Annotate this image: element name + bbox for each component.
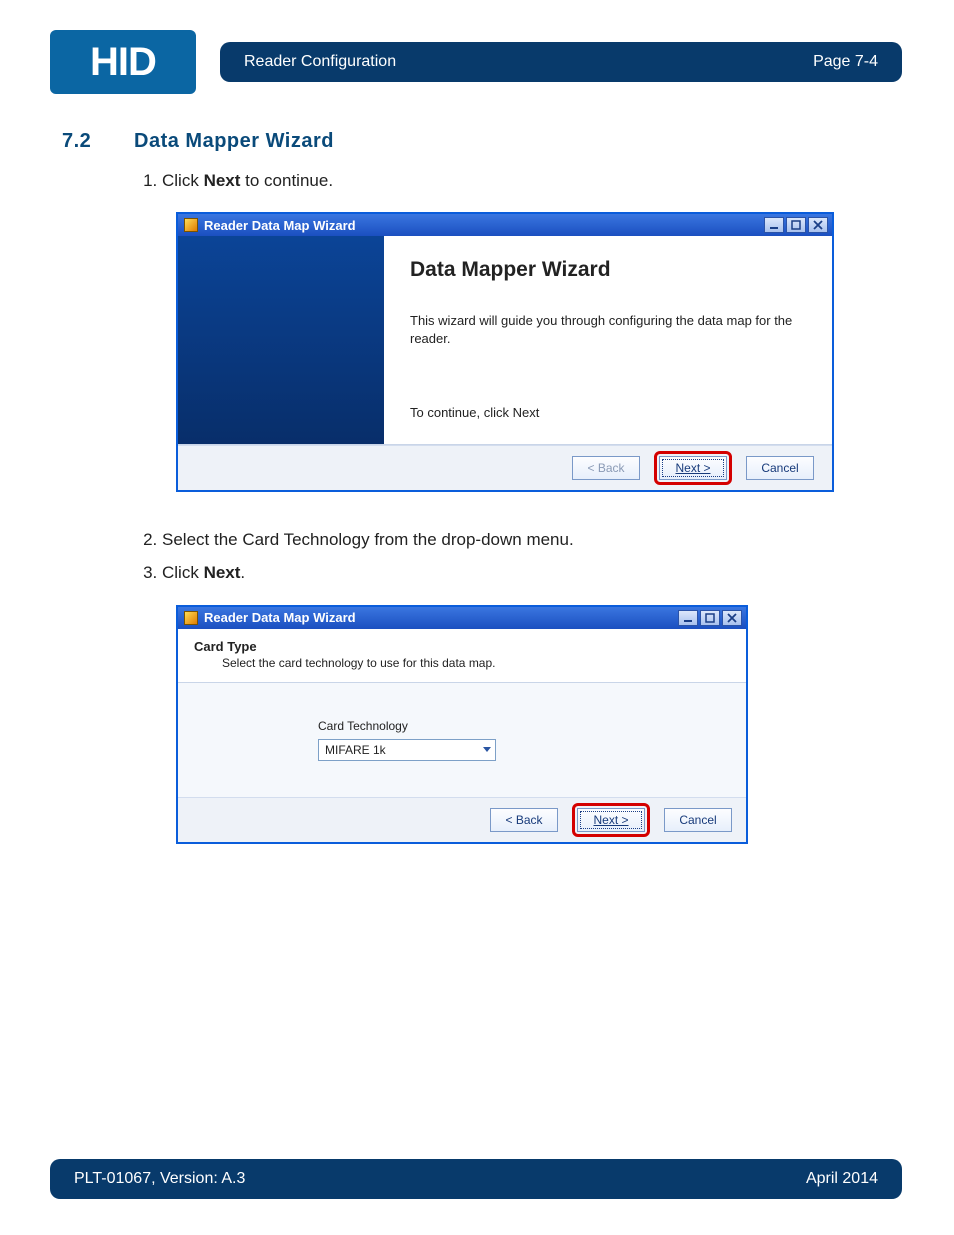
wizard2-header-subtitle: Select the card technology to use for th…	[222, 656, 730, 670]
wizard2-cancel-button-label: Cancel	[679, 813, 716, 827]
section-number: 7.2	[62, 130, 110, 153]
wizard2-window-title: Reader Data Map Wizard	[204, 610, 356, 625]
wizard2-next-button[interactable]: Next >	[577, 808, 645, 832]
chevron-down-icon	[483, 747, 491, 752]
minimize-icon[interactable]	[764, 217, 784, 233]
close-icon[interactable]	[722, 610, 742, 626]
section-heading: 7.2 Data Mapper Wizard	[62, 130, 892, 153]
wizard1-cancel-button[interactable]: Cancel	[746, 456, 814, 480]
wizard2-body: Card Technology MIFARE 1k	[178, 683, 746, 797]
page-header: HID Reader Configuration Page 7-4	[50, 30, 902, 94]
step-2-text: Select the Card Technology from the drop…	[162, 530, 574, 549]
hid-logo-text: HID	[90, 40, 156, 85]
wizard2-button-row: < Back Next > Cancel	[178, 797, 746, 842]
wizard1-back-button: < Back	[572, 456, 640, 480]
header-page-label: Page 7-4	[813, 53, 878, 71]
card-technology-value: MIFARE 1k	[325, 743, 386, 757]
close-icon[interactable]	[808, 217, 828, 233]
wizard1-cancel-button-label: Cancel	[761, 461, 798, 475]
wizard1-continue-hint: To continue, click Next	[410, 405, 810, 420]
wizard2-next-button-label: Next >	[593, 813, 628, 827]
step-1-text-post: to continue.	[240, 171, 333, 190]
wizard1-window-title: Reader Data Map Wizard	[204, 218, 356, 233]
step-1-text-pre: Click	[162, 171, 204, 190]
section-title: Data Mapper Wizard	[134, 130, 334, 153]
wizard1-next-button-label: Next >	[675, 461, 710, 475]
maximize-icon[interactable]	[786, 217, 806, 233]
footer-date: April 2014	[806, 1170, 878, 1188]
wizard2-back-button[interactable]: < Back	[490, 808, 558, 832]
header-title: Reader Configuration	[244, 53, 396, 71]
maximize-icon[interactable]	[700, 610, 720, 626]
wizard2-header-title: Card Type	[194, 639, 730, 654]
steps-list: Click Next to continue.	[138, 167, 892, 194]
wizard-window-2: Reader Data Map Wizard Card Type Select …	[176, 605, 748, 844]
wizard1-heading: Data Mapper Wizard	[410, 258, 810, 282]
wizard2-app-icon	[184, 611, 198, 625]
wizard1-button-row: < Back Next > Cancel	[178, 445, 832, 490]
step-1: Click Next to continue.	[162, 167, 892, 194]
wizard2-header-panel: Card Type Select the card technology to …	[178, 629, 746, 683]
hid-logo: HID	[50, 30, 196, 94]
wizard1-side-graphic	[178, 236, 384, 444]
wizard1-app-icon	[184, 218, 198, 232]
step-3: Click Next.	[162, 559, 892, 586]
wizard1-window-controls	[764, 217, 828, 233]
wizard2-back-button-label: < Back	[505, 813, 542, 827]
step-3-text-post: .	[240, 563, 245, 582]
wizard1-next-highlight: Next >	[654, 451, 732, 485]
page-content: 7.2 Data Mapper Wizard Click Next to con…	[62, 130, 892, 878]
wizard2-window-controls	[678, 610, 742, 626]
wizard1-body: Data Mapper Wizard This wizard will guid…	[178, 236, 832, 445]
card-technology-label: Card Technology	[318, 719, 726, 733]
step-3-text-pre: Click	[162, 563, 204, 582]
wizard1-titlebar: Reader Data Map Wizard	[178, 214, 832, 236]
footer-doc-version: PLT-01067, Version: A.3	[74, 1170, 245, 1188]
wizard1-intro-text: This wizard will guide you through confi…	[410, 312, 810, 348]
wizard2-titlebar: Reader Data Map Wizard	[178, 607, 746, 629]
wizard1-next-button[interactable]: Next >	[659, 456, 727, 480]
wizard1-back-button-label: < Back	[587, 461, 624, 475]
wizard2-cancel-button[interactable]: Cancel	[664, 808, 732, 832]
minimize-icon[interactable]	[678, 610, 698, 626]
header-bar: Reader Configuration Page 7-4	[220, 42, 902, 82]
wizard1-main: Data Mapper Wizard This wizard will guid…	[384, 236, 832, 444]
step-2: Select the Card Technology from the drop…	[162, 526, 892, 553]
step-3-text-bold: Next	[204, 563, 241, 582]
page-footer: PLT-01067, Version: A.3 April 2014	[50, 1159, 902, 1199]
step-1-text-bold: Next	[204, 171, 241, 190]
wizard2-next-highlight: Next >	[572, 803, 650, 837]
screenshot-wizard-intro: Reader Data Map Wizard Data Mapper Wizar…	[176, 212, 892, 492]
screenshot-wizard-cardtype: Reader Data Map Wizard Card Type Select …	[176, 605, 892, 844]
wizard-window-1: Reader Data Map Wizard Data Mapper Wizar…	[176, 212, 834, 492]
card-technology-dropdown[interactable]: MIFARE 1k	[318, 739, 496, 761]
steps-list-2: Select the Card Technology from the drop…	[138, 526, 892, 586]
